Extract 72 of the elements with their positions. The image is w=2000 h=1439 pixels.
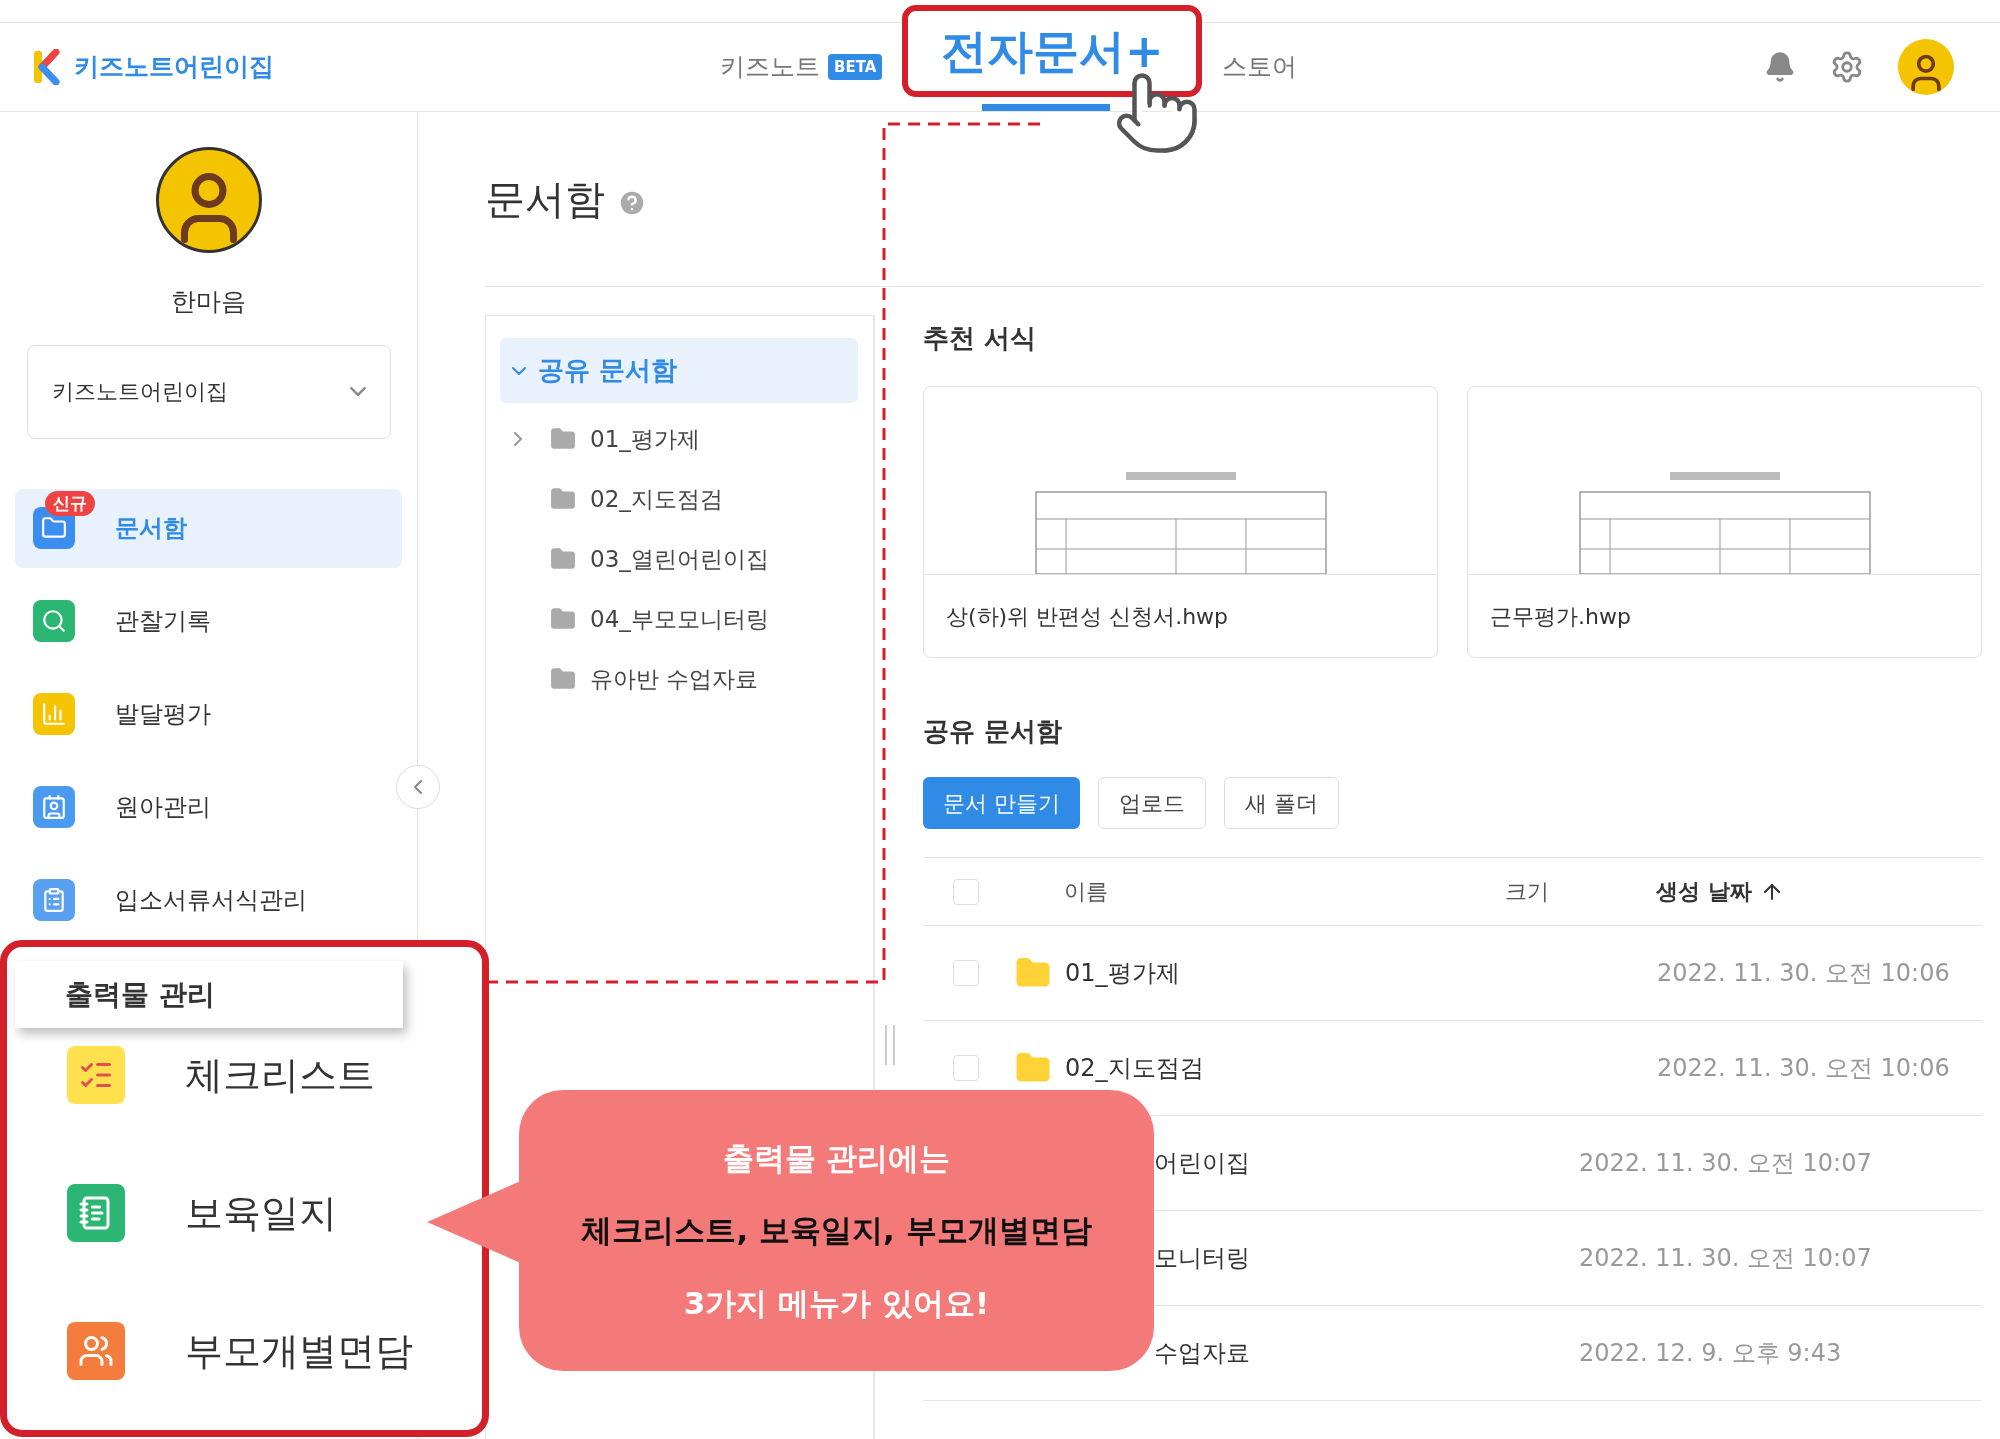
template-name: 상(하)위 반편성 신청서.hwp — [945, 602, 1230, 631]
folder-icon — [550, 426, 576, 452]
callout-text: 체크리스트, 보육일지, 부모개별면담 — [581, 1211, 1092, 1251]
nav-tab[interactable]: 전자문서+ — [902, 5, 1203, 97]
toolbar-button[interactable]: 새 폴더 — [1224, 777, 1339, 829]
column-header[interactable]: 이름 — [1064, 875, 1505, 908]
app-name: 키즈노트어린이집 — [74, 51, 274, 84]
row-name[interactable]: 02_지도점검 — [1065, 1050, 1657, 1086]
tree-item[interactable]: 01_평가제 — [590, 421, 700, 457]
row-date: 2022. 11. 30. 오전 10:06 — [1657, 958, 1950, 989]
checkbox[interactable] — [953, 878, 979, 905]
menu-icon — [67, 1322, 125, 1380]
column-header[interactable]: 크기 — [1505, 875, 1656, 908]
template-card[interactable]: 근무평가.hwp — [1467, 386, 1982, 658]
row-date: 2022. 11. 30. 오전 10:07 — [1579, 1243, 1872, 1274]
chevron-down-icon — [512, 366, 526, 375]
sidebar-item[interactable]: 발달평가 — [15, 674, 402, 754]
folder-icon — [550, 546, 576, 572]
row-name[interactable]: 모니터링 — [1154, 1240, 1579, 1276]
checkbox[interactable] — [953, 1055, 979, 1081]
beta-badge: BETA — [828, 53, 883, 81]
output-menu-item[interactable]: 체크리스트 — [15, 1046, 482, 1104]
folder-icon — [550, 486, 576, 512]
checkbox[interactable] — [953, 960, 979, 986]
row-date: 2022. 11. 30. 오전 10:07 — [1579, 1148, 1872, 1179]
callout-text: 3가지 메뉴가 있어요! — [683, 1283, 990, 1323]
tree-item[interactable]: 유아반 수업자료 — [590, 661, 759, 697]
resize-handle[interactable] — [885, 1025, 895, 1065]
sidebar-item[interactable]: 입소서류서식관리 — [15, 860, 402, 940]
chevron-left-icon — [414, 780, 422, 794]
menu-icon — [33, 693, 75, 735]
toolbar-button[interactable]: 문서 만들기 — [923, 777, 1080, 829]
callout-text: 출력물 관리에는 — [722, 1138, 951, 1178]
row-name[interactable]: 수업자료 — [1154, 1335, 1579, 1371]
template-card[interactable]: 상(하)위 반편성 신청서.hwp — [923, 386, 1438, 658]
center-select[interactable]: 키즈노트어린이집 — [26, 344, 391, 439]
row-name[interactable]: 어린이집 — [1154, 1145, 1579, 1181]
collapse-sidebar-button[interactable] — [396, 765, 440, 809]
template-name: 근무평가.hwp — [1489, 602, 1632, 631]
output-menu-title: 출력물 관리 — [15, 961, 403, 1028]
chevron-right-icon[interactable] — [514, 432, 522, 446]
profile-name: 한마음 — [171, 286, 246, 318]
sidebar-item[interactable]: 문서함 신규 — [15, 488, 402, 568]
help-icon[interactable] — [617, 188, 647, 218]
sidebar-item[interactable]: 관찰기록 — [15, 581, 402, 661]
column-header[interactable]: 생성 날짜 — [1656, 875, 1784, 908]
section-title: 공유 문서함 — [923, 715, 1064, 748]
chevron-down-icon — [349, 387, 366, 396]
nav-tab[interactable]: 키즈노트 BETA — [720, 48, 883, 86]
notification-bell-icon[interactable] — [1764, 51, 1796, 83]
folder-icon — [550, 666, 576, 692]
tree-item[interactable]: 04_부모모니터링 — [590, 601, 769, 637]
settings-icon[interactable] — [1830, 50, 1864, 84]
menu-icon — [33, 786, 75, 828]
menu-icon — [67, 1046, 125, 1104]
logo-icon — [32, 49, 62, 85]
output-menu-item[interactable]: 부모개별면담 — [15, 1322, 482, 1380]
row-name[interactable]: 01_평가제 — [1065, 955, 1657, 991]
menu-icon — [33, 879, 75, 921]
menu-icon — [67, 1184, 125, 1242]
toolbar-button[interactable]: 업로드 — [1098, 777, 1206, 829]
tree-item[interactable]: 02_지도점검 — [590, 481, 723, 517]
menu-icon — [33, 600, 75, 642]
row-date: 2022. 11. 30. 오전 10:06 — [1657, 1053, 1950, 1084]
folder-icon — [550, 606, 576, 632]
nav-tab[interactable]: 스토어 — [1222, 48, 1298, 86]
new-badge: 신규 — [45, 490, 95, 516]
row-date: 2022. 12. 9. 오후 9:43 — [1579, 1338, 1842, 1369]
tree-item[interactable]: 03_열린어린이집 — [590, 541, 769, 577]
section-title: 추천 서식 — [923, 322, 1038, 355]
page-title: 문서함 — [485, 175, 605, 224]
user-avatar[interactable] — [1898, 39, 1954, 95]
